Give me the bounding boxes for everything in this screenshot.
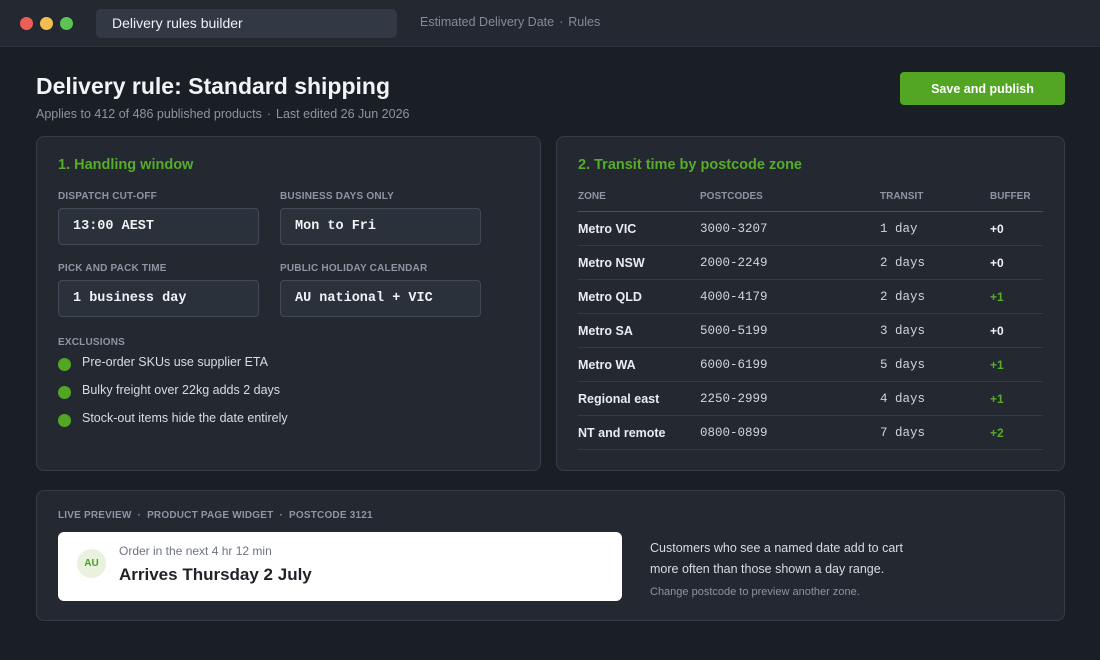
maximize-window-icon[interactable] — [60, 17, 73, 30]
preview-note: Customers who see a named date add to ca… — [650, 538, 920, 580]
transit-cell: 7 days — [880, 415, 990, 450]
exclusion-text: Stock-out items hide the date entirely — [82, 411, 288, 425]
preview-label-separator: · — [137, 510, 142, 521]
column-header-buffer: BUFFER — [990, 185, 1043, 212]
buffer-cell: +1 — [990, 279, 1043, 314]
transit-cell: 2 days — [880, 245, 990, 280]
preview-note-line: Customers who see a named date add to ca… — [650, 541, 903, 555]
breadcrumb-separator: · — [559, 15, 564, 29]
meta-separator: · — [266, 107, 272, 121]
handling-window-panel: 1. Handling window DISPATCH CUT-OFF 13:0… — [36, 136, 541, 471]
breadcrumb-item-rules[interactable]: Rules — [568, 15, 600, 29]
zone-cell: Metro VIC — [578, 211, 700, 246]
minimize-window-icon[interactable] — [40, 17, 53, 30]
table-row[interactable]: Metro NSW 2000-2249 2 days +0 — [578, 245, 1043, 280]
transit-cell: 3 days — [880, 313, 990, 348]
check-bullet-icon — [58, 414, 71, 427]
exclusion-text: Pre-order SKUs use supplier ETA — [82, 355, 268, 369]
table-row[interactable]: Metro SA 5000-5199 3 days +0 — [578, 313, 1043, 348]
arrival-date: Arrives Thursday 2 July — [119, 565, 312, 584]
postcodes-cell: 2250-2999 — [700, 381, 880, 416]
holiday-calendar-select[interactable]: AU national + VIC — [280, 280, 481, 317]
buffer-cell: +2 — [990, 415, 1043, 450]
save-and-publish-button[interactable]: Save and publish — [900, 72, 1065, 105]
preview-note-line: more often than those shown a day range. — [650, 562, 885, 576]
business-days-input[interactable]: Mon to Fri — [280, 208, 481, 245]
column-header-transit: TRANSIT — [880, 185, 990, 212]
zone-table: ZONE POSTCODES TRANSIT BUFFER Metro VIC … — [578, 185, 1043, 450]
close-window-icon[interactable] — [20, 17, 33, 30]
transit-cell: 2 days — [880, 279, 990, 314]
live-preview-label: LIVE PREVIEW · PRODUCT PAGE WIDGET · POSTCOD… — [58, 510, 373, 521]
table-header-row: ZONE POSTCODES TRANSIT BUFFER — [578, 185, 1043, 212]
preview-label-separator: · — [279, 510, 283, 521]
transit-time-panel: 2. Transit time by postcode zone ZONE PO… — [556, 136, 1065, 471]
exclusions-label: EXCLUSIONS — [58, 337, 126, 348]
business-days-label: BUSINESS DAYS ONLY — [280, 191, 395, 202]
page-title: Delivery rule: Standard shipping — [36, 73, 391, 99]
postcodes-cell: 2000-2249 — [700, 245, 880, 280]
table-row[interactable]: Metro VIC 3000-3207 1 day +0 — [578, 211, 1043, 246]
buffer-cell: +1 — [990, 347, 1043, 382]
last-edited-text: Last edited 26 Jun 2026 — [276, 107, 410, 121]
holiday-calendar-label: PUBLIC HOLIDAY CALENDAR — [280, 263, 428, 274]
postcodes-cell: 4000-4179 — [700, 279, 880, 314]
transit-time-heading: 2. Transit time by postcode zone — [578, 157, 802, 173]
column-header-zone: ZONE — [578, 185, 700, 212]
check-bullet-icon — [58, 358, 71, 371]
breadcrumb-item-app[interactable]: Estimated Delivery Date — [420, 15, 554, 29]
au-badge: AU — [77, 549, 106, 578]
title-bar: Delivery rules builder Estimated Deliver… — [0, 0, 1100, 47]
preview-label-part: LIVE PREVIEW — [58, 510, 132, 521]
zone-cell: Metro NSW — [578, 245, 700, 280]
transit-cell: 1 day — [880, 211, 990, 246]
zone-cell: Metro WA — [578, 347, 700, 382]
table-row[interactable]: NT and remote 0800-0899 7 days +2 — [578, 415, 1043, 450]
table-row[interactable]: Metro QLD 4000-4179 2 days +1 — [578, 279, 1043, 314]
preview-postcode[interactable]: POSTCODE 3121 — [289, 510, 373, 521]
table-row[interactable]: Regional east 2250-2999 4 days +1 — [578, 381, 1043, 416]
transit-cell: 5 days — [880, 347, 990, 382]
transit-cell: 4 days — [880, 381, 990, 416]
postcodes-cell: 0800-0899 — [700, 415, 880, 450]
zone-cell: Metro SA — [578, 313, 700, 348]
zone-cell: Regional east — [578, 381, 700, 416]
postcodes-cell: 3000-3207 — [700, 211, 880, 246]
pick-pack-time-input[interactable]: 1 business day — [58, 280, 259, 317]
exclusion-text: Bulky freight over 22kg adds 2 days — [82, 383, 281, 397]
applies-to-text: Applies to 412 of 486 published products — [36, 107, 262, 121]
order-countdown: Order in the next 4 hr 12 min — [119, 544, 272, 558]
check-bullet-icon — [58, 386, 71, 399]
buffer-cell: +1 — [990, 381, 1043, 416]
breadcrumb: Estimated Delivery Date · Rules — [420, 15, 600, 29]
postcodes-cell: 5000-5199 — [700, 313, 880, 348]
address-bar[interactable]: Delivery rules builder — [96, 9, 397, 38]
delivery-date-widget: AU Order in the next 4 hr 12 min Arrives… — [58, 532, 622, 601]
dispatch-cutoff-input[interactable]: 13:00 AEST — [58, 208, 259, 245]
table-row[interactable]: Metro WA 6000-6199 5 days +1 — [578, 347, 1043, 382]
live-preview-panel: LIVE PREVIEW · PRODUCT PAGE WIDGET · POSTCOD… — [36, 490, 1065, 621]
pick-pack-time-label: PICK AND PACK TIME — [58, 263, 167, 274]
buffer-cell: +0 — [990, 211, 1043, 246]
column-header-postcodes: POSTCODES — [700, 185, 880, 212]
buffer-cell: +0 — [990, 245, 1043, 280]
zone-cell: NT and remote — [578, 415, 700, 450]
buffer-cell: +0 — [990, 313, 1043, 348]
rule-meta: Applies to 412 of 486 published products… — [36, 107, 409, 121]
preview-hint: Change postcode to preview another zone. — [650, 586, 860, 598]
zone-cell: Metro QLD — [578, 279, 700, 314]
preview-label-part: PRODUCT PAGE WIDGET — [147, 510, 274, 521]
postcodes-cell: 6000-6199 — [700, 347, 880, 382]
handling-window-heading: 1. Handling window — [58, 157, 194, 173]
dispatch-cutoff-label: DISPATCH CUT-OFF — [58, 191, 157, 202]
